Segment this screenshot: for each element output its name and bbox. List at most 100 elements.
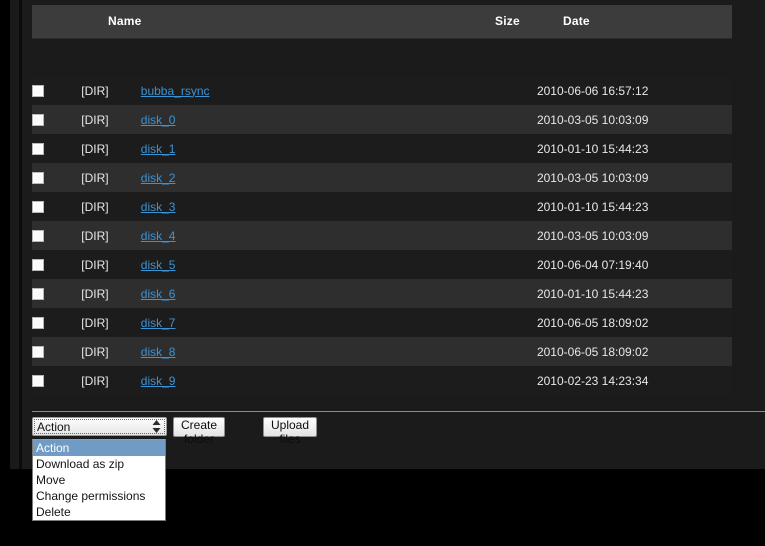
table-header-bar: Name Size Date xyxy=(32,5,732,39)
row-checkbox-cell xyxy=(32,366,81,395)
row-select-checkbox[interactable] xyxy=(32,114,44,127)
row-select-checkbox[interactable] xyxy=(32,375,44,388)
row-checkbox-cell xyxy=(32,76,81,105)
row-date-value: 2010-02-23 14:23:34 xyxy=(536,373,649,388)
file-link[interactable]: bubba_rsync xyxy=(141,84,210,98)
row-date-value: 2010-01-10 15:44:23 xyxy=(536,286,649,301)
action-dropdown-option[interactable]: Change permissions xyxy=(33,488,165,504)
row-size-value xyxy=(469,308,537,337)
row-type-label: [DIR] xyxy=(81,286,109,301)
row-name-cell: disk_8 xyxy=(141,337,469,366)
action-dropdown-option[interactable]: Action xyxy=(33,440,165,456)
row-name-cell: disk_9 xyxy=(141,366,469,395)
row-date-value: 2010-03-05 10:03:09 xyxy=(536,112,649,127)
table-row[interactable]: [DIR] disk_1 2010-01-10 15:44:23 xyxy=(32,134,732,163)
row-checkbox-cell xyxy=(32,337,81,366)
left-chrome-strip-inner xyxy=(10,0,19,470)
row-date-value: 2010-01-10 15:44:23 xyxy=(536,141,649,156)
row-name-cell: disk_6 xyxy=(141,279,469,308)
row-name-cell: disk_4 xyxy=(141,221,469,250)
column-header-date[interactable]: Date xyxy=(563,14,590,28)
page-root: Name Size Date [DIR] bubba_rsync 2010-06-0… xyxy=(0,0,765,546)
row-name-cell: disk_7 xyxy=(141,308,469,337)
row-select-checkbox[interactable] xyxy=(32,201,44,214)
row-select-checkbox[interactable] xyxy=(32,288,44,301)
column-header-size[interactable]: Size xyxy=(495,14,520,28)
table-row[interactable]: [DIR] disk_2 2010-03-05 10:03:09 xyxy=(32,163,732,192)
row-size-value xyxy=(469,105,537,134)
row-date-value: 2010-06-04 07:19:40 xyxy=(536,257,649,272)
left-chrome-strip-outer xyxy=(0,0,10,470)
column-header-name[interactable]: Name xyxy=(108,14,141,28)
row-size-value xyxy=(469,221,537,250)
row-type-label: [DIR] xyxy=(81,83,109,98)
table-row[interactable]: [DIR] disk_7 2010-06-05 18:09:02 xyxy=(32,308,732,337)
file-link[interactable]: disk_7 xyxy=(141,316,176,330)
file-link[interactable]: disk_8 xyxy=(141,345,176,359)
file-link[interactable]: disk_6 xyxy=(141,287,176,301)
row-name-cell: disk_2 xyxy=(141,163,469,192)
file-link[interactable]: disk_2 xyxy=(141,171,176,185)
row-type-label: [DIR] xyxy=(81,112,109,127)
row-size-value xyxy=(469,76,537,105)
table-row[interactable]: [DIR] bubba_rsync 2010-06-06 16:57:12 xyxy=(32,76,732,105)
row-date-value: 2010-06-06 16:57:12 xyxy=(536,83,649,98)
row-select-checkbox[interactable] xyxy=(32,230,44,243)
row-type-label: [DIR] xyxy=(81,170,109,185)
action-select-wrapper: Action xyxy=(32,417,167,436)
row-type-label: [DIR] xyxy=(81,344,109,359)
row-size-value xyxy=(469,250,537,279)
row-size-value xyxy=(469,134,537,163)
row-name-cell: disk_3 xyxy=(141,192,469,221)
file-link[interactable]: disk_3 xyxy=(141,200,176,214)
file-link[interactable]: disk_0 xyxy=(141,113,176,127)
table-row[interactable]: [DIR] disk_0 2010-03-05 10:03:09 xyxy=(32,105,732,134)
file-link[interactable]: disk_4 xyxy=(141,229,176,243)
row-checkbox-cell xyxy=(32,105,81,134)
action-dropdown-option[interactable]: Download as zip xyxy=(33,456,165,472)
table-row[interactable]: [DIR] disk_6 2010-01-10 15:44:23 xyxy=(32,279,732,308)
row-select-checkbox[interactable] xyxy=(32,172,44,185)
action-dropdown-option[interactable]: Move xyxy=(33,472,165,488)
row-type-label: [DIR] xyxy=(81,315,109,330)
row-checkbox-cell xyxy=(32,134,81,163)
row-type-label: [DIR] xyxy=(81,199,109,214)
row-size-value xyxy=(469,163,537,192)
row-date-value: 2010-01-10 15:44:23 xyxy=(536,199,649,214)
file-link[interactable]: disk_1 xyxy=(141,142,176,156)
row-size-value xyxy=(469,279,537,308)
table-row[interactable]: [DIR] disk_5 2010-06-04 07:19:40 xyxy=(32,250,732,279)
row-name-cell: disk_1 xyxy=(141,134,469,163)
row-select-checkbox[interactable] xyxy=(32,346,44,359)
row-select-checkbox[interactable] xyxy=(32,317,44,330)
row-type-label: [DIR] xyxy=(81,141,109,156)
row-select-checkbox[interactable] xyxy=(32,259,44,272)
table-row[interactable]: [DIR] disk_8 2010-06-05 18:09:02 xyxy=(32,337,732,366)
row-checkbox-cell xyxy=(32,250,81,279)
row-date-value: 2010-03-05 10:03:09 xyxy=(536,228,649,243)
row-select-checkbox[interactable] xyxy=(32,85,44,98)
row-checkbox-cell xyxy=(32,221,81,250)
row-checkbox-cell xyxy=(32,192,81,221)
file-link[interactable]: disk_5 xyxy=(141,258,176,272)
file-link[interactable]: disk_9 xyxy=(141,374,176,388)
row-date-value: 2010-03-05 10:03:09 xyxy=(536,170,649,185)
create-folder-button[interactable]: Create folder xyxy=(173,417,226,446)
row-checkbox-cell xyxy=(32,279,81,308)
row-date-value: 2010-06-05 18:09:02 xyxy=(536,315,649,330)
action-select[interactable]: Action xyxy=(32,417,167,436)
row-name-cell: disk_5 xyxy=(141,250,469,279)
action-dropdown-option[interactable]: Delete xyxy=(33,504,165,520)
table-row[interactable]: [DIR] disk_3 2010-01-10 15:44:23 xyxy=(32,192,732,221)
upload-files-button[interactable]: Upload files xyxy=(263,417,318,446)
row-type-label: [DIR] xyxy=(81,228,109,243)
table-row[interactable]: [DIR] disk_4 2010-03-05 10:03:09 xyxy=(32,221,732,250)
row-size-value xyxy=(469,366,537,395)
row-type-label: [DIR] xyxy=(81,257,109,272)
row-select-checkbox[interactable] xyxy=(32,143,44,156)
row-size-value xyxy=(469,337,537,366)
toolbar-divider xyxy=(32,411,765,412)
action-dropdown-list[interactable]: Action Download as zip Move Change permissi… xyxy=(32,439,166,521)
row-name-cell: disk_0 xyxy=(141,105,469,134)
table-row[interactable]: [DIR] disk_9 2010-02-23 14:23:34 xyxy=(32,366,732,395)
